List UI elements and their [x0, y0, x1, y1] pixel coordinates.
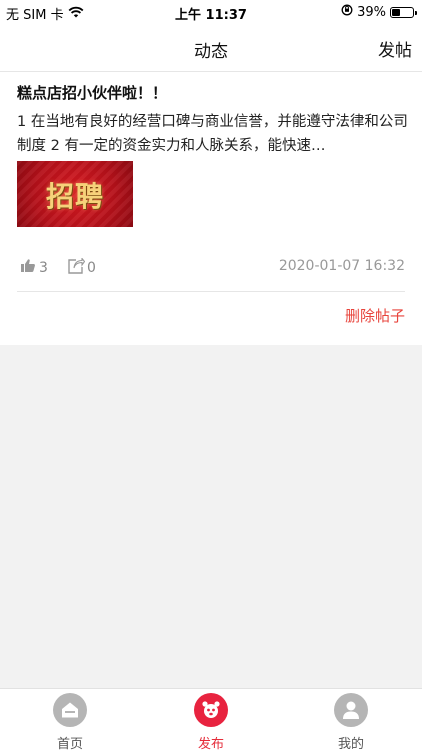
post-title[interactable]: 糕点店招小伙伴啦！！: [17, 82, 167, 103]
tab-profile-label: 我的: [337, 737, 364, 750]
publish-icon: [194, 693, 228, 727]
tab-profile[interactable]: 我的: [321, 693, 381, 750]
post-card[interactable]: 糕点店招小伙伴啦！！ 1 在当地有良好的经营口碑与商业信誉，并能遵守法律和公司制…: [0, 72, 422, 345]
post-timestamp: 2020-01-07 16:32: [278, 258, 405, 274]
post-image[interactable]: 招聘: [17, 161, 133, 227]
tab-publish[interactable]: 发布: [181, 693, 241, 750]
delete-post-button[interactable]: 删除帖子: [345, 305, 405, 326]
share-icon: [67, 256, 86, 278]
tab-home[interactable]: 首页: [40, 693, 100, 750]
status-right: 39%: [341, 4, 417, 20]
like-count: 3: [39, 259, 48, 276]
post-body[interactable]: 1 在当地有良好的经营口碑与商业信誉，并能遵守法律和公司制度 2 有一定的资金实…: [17, 110, 412, 158]
tab-bar: 首页 发布 我的: [0, 688, 422, 750]
thumbs-up-icon: [20, 258, 36, 277]
nav-bar: 动态 发帖: [0, 24, 422, 72]
profile-icon: [334, 693, 368, 727]
orientation-lock-icon: [341, 4, 353, 20]
home-icon: [53, 693, 87, 727]
tab-home-label: 首页: [56, 737, 83, 750]
battery-fill: [392, 8, 400, 16]
tab-publish-label: 发布: [197, 737, 224, 750]
like-button[interactable]: 3: [20, 258, 48, 277]
status-bar: 无 SIM 卡 上午 11:37 39%: [0, 0, 422, 24]
battery-percent: 39%: [357, 4, 386, 20]
divider: [17, 291, 405, 292]
post-image-text: 招聘: [45, 180, 104, 213]
share-count: 0: [87, 260, 96, 276]
page-title: 动态: [194, 42, 228, 62]
post-meta: 3 0 2020-01-07 16:32: [17, 256, 405, 279]
battery-icon: [390, 6, 417, 18]
share-button[interactable]: 0: [67, 256, 96, 278]
new-post-button[interactable]: 发帖: [378, 36, 412, 61]
